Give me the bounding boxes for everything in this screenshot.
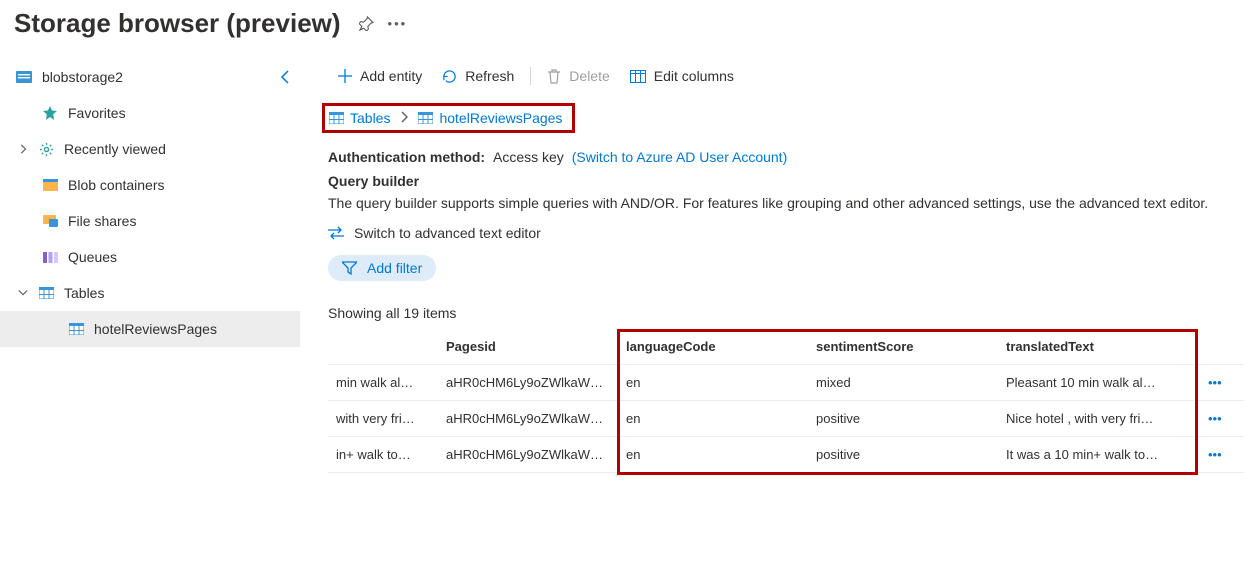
col-header — [1200, 329, 1244, 365]
table-icon — [418, 112, 433, 124]
chevron-down-icon — [16, 289, 30, 297]
query-builder-desc: The query builder supports simple querie… — [328, 195, 1244, 211]
table-header-row: Pagesid languageCode sentimentScore tran… — [328, 329, 1244, 365]
storage-account-icon — [14, 71, 34, 83]
main-content: Add entity Refresh Delete Edit columns — [300, 53, 1252, 473]
refresh-button[interactable]: Refresh — [432, 60, 524, 92]
query-builder-title: Query builder — [328, 173, 1244, 189]
add-filter-button[interactable]: Add filter — [328, 255, 436, 281]
toolbar: Add entity Refresh Delete Edit columns — [328, 59, 1244, 93]
add-entity-button[interactable]: Add entity — [328, 60, 432, 92]
trash-icon — [547, 69, 561, 84]
sidebar-label: Queues — [68, 249, 117, 265]
plus-icon — [338, 69, 352, 83]
chevron-right-icon — [16, 144, 30, 154]
table-icon — [36, 287, 56, 299]
sidebar-label: Tables — [64, 285, 104, 301]
sidebar-account[interactable]: blobstorage2 — [0, 59, 123, 95]
sidebar-label: hotelReviewsPages — [94, 321, 217, 337]
row-more-icon[interactable]: ••• — [1200, 437, 1244, 473]
col-header[interactable]: sentimentScore — [808, 329, 998, 365]
blob-icon — [40, 179, 60, 191]
col-header[interactable]: translatedText — [998, 329, 1200, 365]
edit-columns-button[interactable]: Edit columns — [620, 60, 744, 92]
sidebar-account-label: blobstorage2 — [42, 69, 123, 85]
sidebar-item-fileshares[interactable]: File shares — [0, 203, 300, 239]
sidebar-item-table-child[interactable]: hotelReviewsPages — [0, 311, 300, 347]
swap-icon — [328, 226, 344, 240]
switch-editor-button[interactable]: Switch to advanced text editor — [328, 225, 1244, 241]
table-row[interactable]: with very fri… aHR0cHM6Ly9oZWlkaW… en po… — [328, 401, 1244, 437]
columns-icon — [630, 70, 646, 83]
sidebar-item-favorites[interactable]: Favorites — [0, 95, 300, 131]
pin-icon[interactable] — [359, 16, 374, 31]
sidebar: blobstorage2 Favorites Recently viewed — [0, 53, 300, 473]
filter-icon — [342, 261, 357, 275]
breadcrumb-leaf[interactable]: hotelReviewsPages — [418, 110, 562, 126]
page-title: Storage browser (preview) — [14, 8, 341, 39]
fileshare-icon — [40, 215, 60, 227]
table-row[interactable]: min walk al… aHR0cHM6Ly9oZWlkaW… en mixe… — [328, 365, 1244, 401]
sidebar-label: Favorites — [68, 105, 126, 121]
col-header[interactable]: Pagesid — [438, 329, 618, 365]
breadcrumb: Tables hotelReviewsPages — [329, 110, 562, 126]
results-count: Showing all 19 items — [328, 305, 1244, 321]
more-icon[interactable]: ••• — [388, 16, 408, 31]
table-row[interactable]: in+ walk to… aHR0cHM6Ly9oZWlkaW… en posi… — [328, 437, 1244, 473]
switch-auth-link[interactable]: (Switch to Azure AD User Account) — [572, 149, 788, 165]
star-icon — [40, 106, 60, 120]
delete-button: Delete — [537, 60, 619, 92]
row-more-icon[interactable]: ••• — [1200, 401, 1244, 437]
sidebar-item-blob[interactable]: Blob containers — [0, 167, 300, 203]
sidebar-item-tables[interactable]: Tables — [0, 275, 300, 311]
col-header[interactable]: languageCode — [618, 329, 808, 365]
queues-icon — [40, 252, 60, 263]
chevron-right-icon — [400, 110, 408, 126]
toolbar-separator — [530, 67, 531, 85]
refresh-icon — [442, 69, 457, 84]
breadcrumb-highlight: Tables hotelReviewsPages — [322, 103, 575, 133]
breadcrumb-tables[interactable]: Tables — [329, 110, 390, 126]
table-icon — [329, 112, 344, 124]
collapse-sidebar-icon[interactable] — [262, 70, 290, 84]
sidebar-item-queues[interactable]: Queues — [0, 239, 300, 275]
table-icon — [66, 323, 86, 335]
gear-icon — [36, 142, 56, 157]
sidebar-label: File shares — [68, 213, 136, 229]
sidebar-label: Recently viewed — [64, 141, 166, 157]
sidebar-label: Blob containers — [68, 177, 165, 193]
sidebar-item-recent[interactable]: Recently viewed — [0, 131, 300, 167]
auth-method: Authentication method: Access key (Switc… — [328, 149, 1244, 165]
results-table: Pagesid languageCode sentimentScore tran… — [328, 329, 1244, 473]
row-more-icon[interactable]: ••• — [1200, 365, 1244, 401]
page-header: Storage browser (preview) ••• — [0, 0, 1252, 53]
col-header[interactable] — [328, 329, 438, 365]
